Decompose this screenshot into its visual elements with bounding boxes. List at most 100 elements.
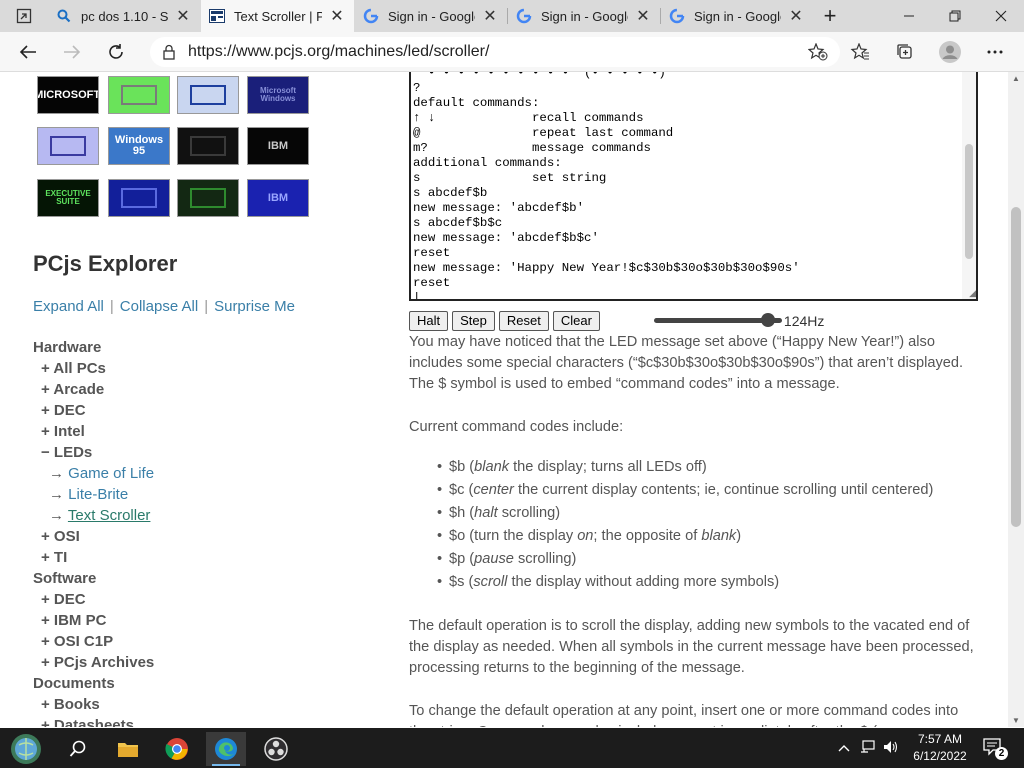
tree-node[interactable]: − LEDs xyxy=(41,444,92,461)
surprise-me-link[interactable]: Surprise Me xyxy=(214,298,295,315)
clear-button[interactable]: Clear xyxy=(552,310,600,331)
close-tab-icon[interactable]: ✕ xyxy=(328,7,346,25)
tree-item[interactable]: Documents xyxy=(33,673,154,694)
volume-icon[interactable] xyxy=(883,740,899,757)
reset-button[interactable]: Reset xyxy=(498,310,549,331)
machine-thumbnail[interactable] xyxy=(177,179,239,217)
tree-category[interactable]: Documents xyxy=(33,675,115,692)
tree-item[interactable]: + DEC xyxy=(33,589,154,610)
address-bar[interactable]: https://www.pcjs.org/machines/led/scroll… xyxy=(150,37,840,67)
machine-thumbnail[interactable] xyxy=(177,127,239,165)
tab-google-signin-2[interactable]: Sign in - Google ✕ xyxy=(508,0,660,32)
terminal-scroll-thumb[interactable] xyxy=(965,144,973,259)
tree-node[interactable]: + Books xyxy=(41,696,100,713)
notification-center-button[interactable]: 2 xyxy=(982,736,1008,760)
chevron-up-icon[interactable] xyxy=(838,741,850,755)
expand-all-link[interactable]: Expand All xyxy=(33,298,104,315)
speed-slider[interactable] xyxy=(653,311,782,331)
tree-item[interactable]: + Intel xyxy=(33,421,154,442)
tree-item[interactable]: + All PCs xyxy=(33,358,154,379)
tree-item[interactable]: → Lite-Brite xyxy=(33,484,154,505)
close-tab-icon[interactable]: ✕ xyxy=(174,7,192,25)
tree-item[interactable]: + DEC xyxy=(33,400,154,421)
obs-button[interactable] xyxy=(256,732,296,766)
settings-menu-button[interactable] xyxy=(980,38,1010,66)
scroll-down-icon[interactable]: ▼ xyxy=(1012,716,1020,725)
tree-node[interactable]: + TI xyxy=(41,549,67,566)
machine-thumbnail[interactable] xyxy=(177,76,239,114)
page-scrollbar[interactable]: ▲ ▼ xyxy=(1008,72,1024,727)
tab-actions-button[interactable] xyxy=(6,4,42,28)
tree-node[interactable]: + DEC xyxy=(41,402,86,419)
tree-item[interactable]: + TI xyxy=(33,547,154,568)
step-button[interactable]: Step xyxy=(452,310,495,331)
tree-item[interactable]: + IBM PC xyxy=(33,610,154,631)
tab-google-signin-1[interactable]: Sign in - Google ✕ xyxy=(355,0,507,32)
machine-thumbnail[interactable]: IBM xyxy=(247,179,309,217)
tree-category[interactable]: Software xyxy=(33,570,96,587)
close-tab-icon[interactable]: ✕ xyxy=(634,7,652,25)
url-text[interactable]: https://www.pcjs.org/machines/led/scroll… xyxy=(188,43,489,61)
speed-slider-thumb[interactable] xyxy=(760,312,775,327)
favorites-button[interactable] xyxy=(845,38,875,66)
collections-button[interactable] xyxy=(890,38,920,66)
scroll-up-icon[interactable]: ▲ xyxy=(1012,74,1020,83)
tree-category[interactable]: Hardware xyxy=(33,339,101,356)
chrome-button[interactable] xyxy=(157,732,197,766)
tree-link[interactable]: Lite-Brite xyxy=(68,486,128,503)
tree-item[interactable]: Software xyxy=(33,568,154,589)
tree-node[interactable]: + Intel xyxy=(41,423,85,440)
profile-button[interactable] xyxy=(935,38,965,66)
clock[interactable]: 7:57 AM 6/12/2022 xyxy=(905,731,975,765)
tree-item[interactable]: → Game of Life xyxy=(33,463,154,484)
scroller-terminal[interactable]: • • • • • • • • • • (• • • • •) ? defaul… xyxy=(409,72,978,301)
new-tab-button[interactable]: + xyxy=(818,3,842,28)
tree-link[interactable]: Text Scroller xyxy=(68,507,151,524)
tab-google-signin-3[interactable]: Sign in - Google ✕ xyxy=(661,0,813,32)
forward-button[interactable] xyxy=(57,38,87,66)
tree-item[interactable]: + OSI C1P xyxy=(33,631,154,652)
collapse-all-link[interactable]: Collapse All xyxy=(120,298,198,315)
edge-button[interactable] xyxy=(206,732,246,766)
refresh-button[interactable] xyxy=(101,38,131,66)
tree-node[interactable]: + OSI C1P xyxy=(41,633,113,650)
tree-item[interactable]: + Arcade xyxy=(33,379,154,400)
halt-button[interactable]: Halt xyxy=(409,310,449,331)
tab-search[interactable]: pc dos 1.10 - Se ✕ xyxy=(48,0,200,32)
machine-thumbnail[interactable] xyxy=(108,76,170,114)
resize-grip-icon[interactable]: ◢ xyxy=(969,288,976,299)
restore-button[interactable] xyxy=(932,0,978,32)
machine-thumbnail[interactable]: Microsoft Windows xyxy=(247,76,309,114)
machine-thumbnail[interactable] xyxy=(108,179,170,217)
tree-item[interactable]: + Datasheets xyxy=(33,715,154,727)
minimize-button[interactable] xyxy=(886,0,932,32)
start-button[interactable] xyxy=(6,732,46,766)
machine-thumbnail[interactable]: MICROSOFT. xyxy=(37,76,99,114)
machine-thumbnail[interactable]: Windows 95 xyxy=(108,127,170,165)
tree-node[interactable]: + Datasheets xyxy=(41,717,134,727)
tab-text-scroller[interactable]: Text Scroller | PC ✕ xyxy=(201,0,354,32)
tree-node[interactable]: + DEC xyxy=(41,591,86,608)
tree-node[interactable]: + All PCs xyxy=(41,360,106,377)
tree-item[interactable]: − LEDs xyxy=(33,442,154,463)
tree-node[interactable]: + IBM PC xyxy=(41,612,106,629)
tree-node[interactable]: + OSI xyxy=(41,528,80,545)
close-window-button[interactable] xyxy=(978,0,1024,32)
close-tab-icon[interactable]: ✕ xyxy=(481,7,499,25)
machine-thumbnail[interactable] xyxy=(37,127,99,165)
tree-node[interactable]: + PCjs Archives xyxy=(41,654,154,671)
tree-item[interactable]: Hardware xyxy=(33,337,154,358)
tree-item[interactable]: → Text Scroller xyxy=(33,505,154,526)
file-explorer-button[interactable] xyxy=(108,732,148,766)
terminal-scrollbar[interactable] xyxy=(962,72,976,299)
machine-thumbnail[interactable]: IBM xyxy=(247,127,309,165)
network-icon[interactable] xyxy=(860,739,876,757)
machine-thumbnail[interactable]: EXECUTIVE SUITE xyxy=(37,179,99,217)
terminal-output[interactable]: • • • • • • • • • • (• • • • •) ? defaul… xyxy=(413,72,800,299)
lock-icon[interactable] xyxy=(162,44,176,65)
page-scroll-thumb[interactable] xyxy=(1011,207,1021,527)
tree-item[interactable]: + PCjs Archives xyxy=(33,652,154,673)
search-button[interactable] xyxy=(58,732,98,766)
tree-item[interactable]: + Books xyxy=(33,694,154,715)
add-favorite-icon[interactable] xyxy=(807,42,828,66)
